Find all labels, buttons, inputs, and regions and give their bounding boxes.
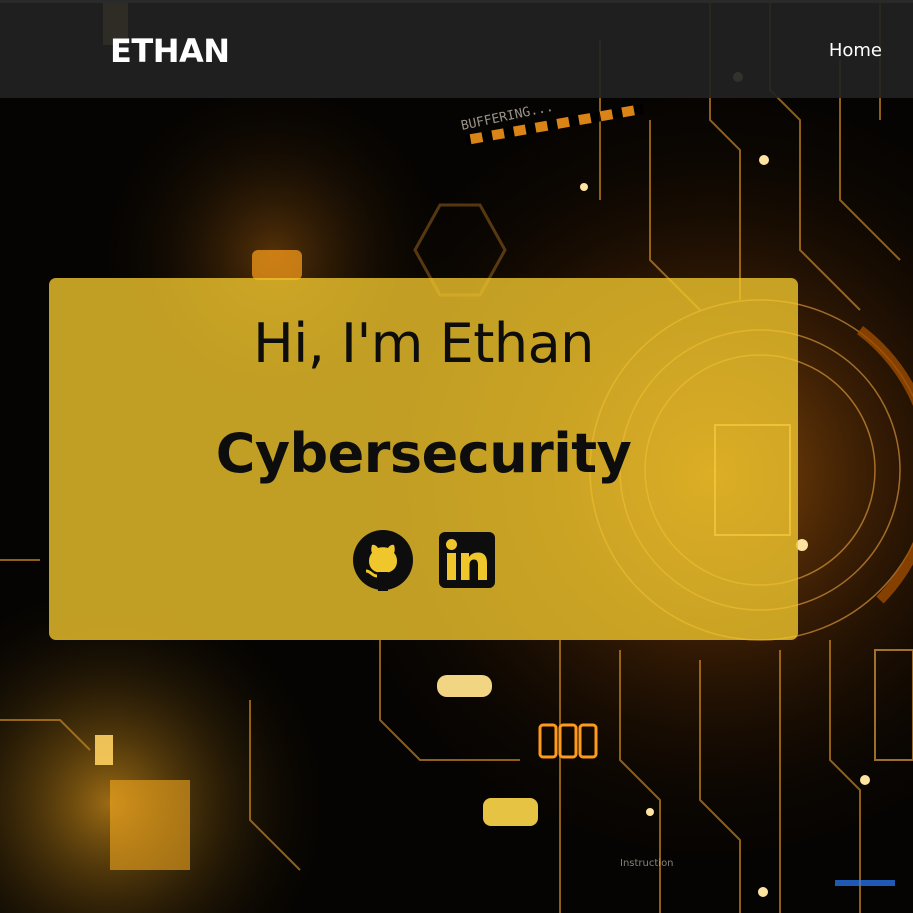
nav-link-home[interactable]: Home — [829, 40, 882, 62]
brand-logo[interactable]: ETHAN — [110, 32, 230, 70]
github-icon — [353, 530, 413, 591]
instruction-label: Instruction — [620, 858, 674, 869]
linkedin-icon — [439, 532, 495, 588]
linkedin-link[interactable] — [436, 529, 498, 591]
hero-role: Cybersecurity — [215, 422, 632, 485]
github-link[interactable] — [352, 529, 414, 591]
page: BUFFERING... Instruction ETHAN Home Hi, … — [0, 0, 913, 913]
hero-greeting: Hi, I'm Ethan — [253, 312, 594, 375]
navbar: ETHAN Home — [0, 3, 913, 98]
